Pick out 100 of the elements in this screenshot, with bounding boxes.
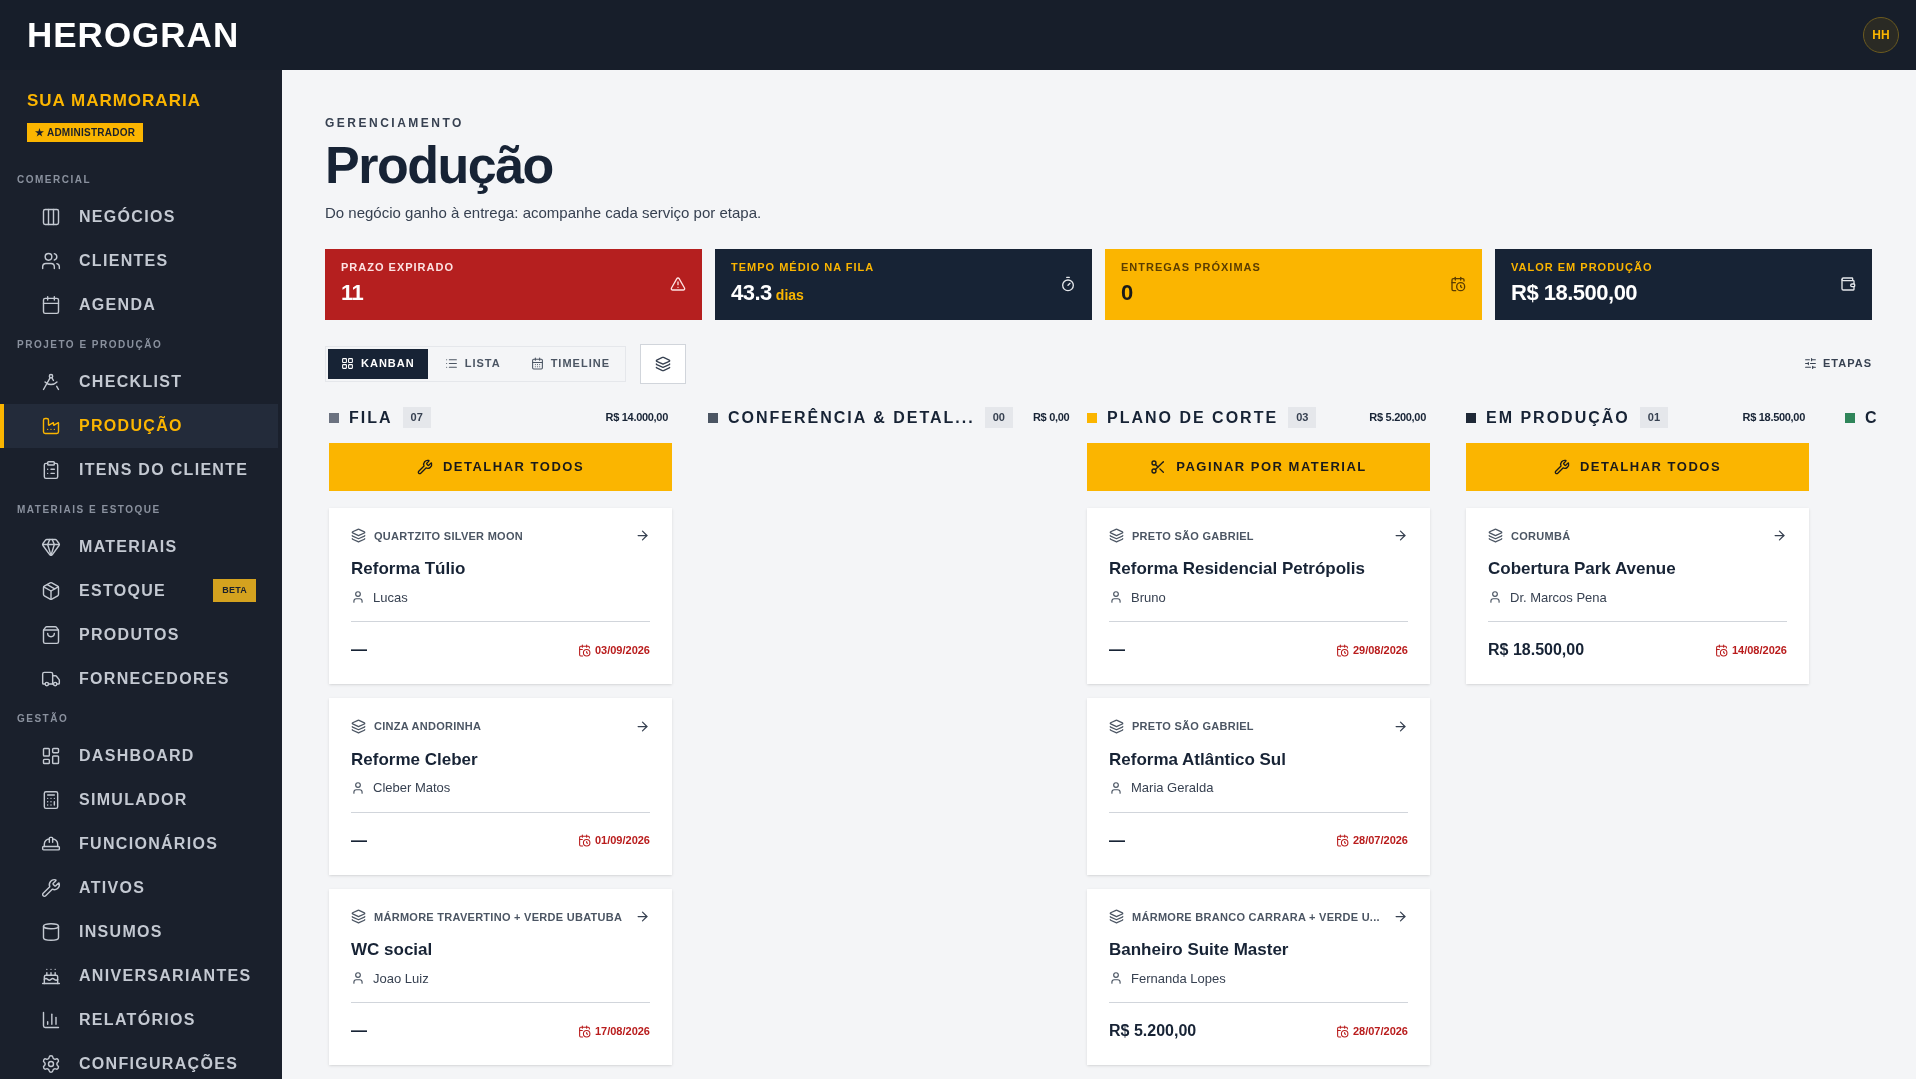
role-badge: ★ ADMINISTRADOR (27, 122, 144, 142)
nav-item[interactable]: ATIVOS (0, 865, 278, 910)
column-title: C (1865, 407, 1879, 428)
nav-label: CHECKLIST (79, 371, 184, 392)
due-date: 17/08/2026 (594, 1023, 650, 1039)
layers-icon (351, 718, 366, 734)
stat-label: PRAZO EXPIRADO (341, 260, 454, 276)
card-title: Reforma Túlio (351, 558, 467, 580)
wallet-icon (1840, 276, 1856, 292)
nav-item[interactable]: CLIENTES (0, 238, 278, 283)
client-name: Fernanda Lopes (1131, 969, 1226, 988)
column-action-button[interactable]: PAGINAR POR MATERIAL (1087, 442, 1430, 491)
nav-item[interactable]: FUNCIONÁRIOS (0, 821, 278, 866)
card-title: Banheiro Suite Master (1109, 939, 1290, 961)
app-logo: HEROGRAN (27, 13, 240, 56)
due-date: 29/08/2026 (1352, 642, 1408, 658)
timer-icon (1060, 276, 1076, 292)
card-title: Reforma Atlântico Sul (1109, 748, 1287, 771)
column-action-button[interactable]: DETALHAR TODOS (329, 442, 672, 491)
card-title: Reforme Cleber (351, 748, 479, 771)
nav-item[interactable]: SIMULADOR (0, 777, 278, 822)
card-value: R$ 18.500,00 (1488, 640, 1585, 660)
nav-item[interactable]: FORNECEDORES (0, 656, 278, 701)
material-label: CORUMBÁ (1511, 528, 1572, 544)
stat-value: 0 (1121, 278, 1133, 307)
nav-item[interactable]: NEGÓCIOS (0, 194, 278, 239)
due-date: 14/08/2026 (1731, 642, 1787, 658)
nav-item[interactable]: AGENDA (0, 282, 278, 327)
layers-icon (1109, 528, 1124, 544)
layers-icon (1109, 909, 1124, 925)
person-icon (351, 780, 365, 795)
nav-item[interactable]: PRODUTOS (0, 612, 278, 657)
nav-item[interactable]: ESTOQUE BETA (0, 568, 278, 613)
calendar-clock-icon (577, 643, 591, 657)
users-icon (41, 250, 61, 271)
arrow-icon[interactable] (1772, 528, 1787, 544)
view-tab[interactable]: LISTA (431, 348, 514, 379)
count-badge: 03 (1288, 407, 1317, 428)
stages-button[interactable]: ETAPAS (1804, 355, 1872, 372)
arrow-icon[interactable] (635, 718, 650, 734)
nav-item[interactable]: PRODUÇÃO (0, 403, 278, 448)
person-icon (1109, 780, 1123, 795)
due-date: 28/07/2026 (1352, 1023, 1408, 1039)
job-card[interactable]: MÁRMORE BRANCO CARRARA + VERDE U... Banheiro Suite Master Fernanda Lopes R$ 5.200,00 28/07/2026 (1087, 888, 1430, 1065)
nav-item[interactable]: CHECKLIST (0, 359, 278, 404)
wrench-icon (416, 458, 433, 475)
material-label: QUARTZITO SILVER MOON (374, 528, 524, 544)
job-card[interactable]: CINZA ANDORINHA Reforme Cleber Cleber Matos — 01/09/2026 (329, 698, 672, 875)
compass-icon (41, 371, 61, 392)
client-name: Lucas (373, 588, 408, 607)
cylinder-icon (41, 921, 61, 942)
arrow-icon[interactable] (1393, 528, 1408, 544)
calendar-icon (530, 357, 544, 370)
scissors-icon (1150, 458, 1167, 475)
nav-item[interactable]: RELATÓRIOS (0, 997, 278, 1042)
arrow-icon[interactable] (635, 528, 650, 544)
calendar-clock-icon (577, 834, 591, 847)
layers-button[interactable] (640, 343, 686, 384)
due-date: 01/09/2026 (594, 833, 650, 849)
card-title: Cobertura Park Avenue (1488, 558, 1677, 580)
card-value: — (351, 1021, 367, 1041)
column-total: R$ 18.500,00 (1742, 410, 1805, 426)
nav-label: ANIVERSARIANTES (79, 965, 253, 986)
job-card[interactable]: QUARTZITO SILVER MOON Reforma Túlio Lucas — 03/09/2026 (329, 507, 672, 684)
column-action-button[interactable]: DETALHAR TODOS (1466, 442, 1809, 491)
client-name: Cleber Matos (373, 779, 451, 797)
nav-item[interactable]: INSUMOS (0, 909, 278, 954)
nav-label: CLIENTES (79, 250, 170, 271)
sliders-icon (1804, 357, 1817, 370)
job-card[interactable]: PRETO SÃO GABRIEL Reforma Residencial Petrópolis Bruno — 29/08/2026 (1087, 507, 1430, 684)
card-value: — (351, 830, 367, 851)
nav-item[interactable]: ANIVERSARIANTES (0, 953, 278, 998)
view-tab[interactable]: KANBAN (328, 348, 428, 379)
card-value: — (1109, 830, 1125, 851)
job-card[interactable]: CORUMBÁ Cobertura Park Avenue Dr. Marcos Pena R$ 18.500,00 14/08/2026 (1466, 507, 1809, 684)
nav-label: CONFIGURAÇÕES (79, 1053, 240, 1074)
stat-unit: dias (775, 285, 804, 305)
job-card[interactable]: PRETO SÃO GABRIEL Reforma Atlântico Sul Maria Geralda — 28/07/2026 (1087, 698, 1430, 875)
person-icon (1488, 590, 1502, 605)
client-name: Bruno (1131, 588, 1166, 607)
arrow-icon[interactable] (1393, 718, 1408, 734)
user-avatar[interactable]: HH (1863, 17, 1899, 53)
nav-label: NEGÓCIOS (79, 206, 177, 227)
arrow-icon[interactable] (1393, 909, 1408, 925)
section-label: PROJETO E PRODUÇÃO (16, 337, 164, 352)
nav-item[interactable]: CONFIGURAÇÕES (0, 1041, 278, 1079)
arrow-icon[interactable] (635, 909, 650, 925)
count-badge: 01 (1639, 407, 1669, 428)
client-name: Joao Luiz (373, 969, 429, 988)
calendar-clock-icon (1714, 643, 1728, 657)
nav-label: RELATÓRIOS (79, 1009, 197, 1030)
job-card[interactable]: MÁRMORE TRAVERTINO + VERDE UBATUBA WC social Joao Luiz — 17/08/2026 (329, 888, 672, 1065)
layers-icon (1109, 718, 1124, 734)
nav-item[interactable]: MATERIAIS (0, 524, 278, 569)
nav-label: FUNCIONÁRIOS (79, 833, 220, 854)
page-eyebrow: GERENCIAMENTO (325, 115, 465, 132)
nav-item[interactable]: ITENS DO CLIENTE (0, 447, 278, 492)
nav-item[interactable]: DASHBOARD (0, 733, 278, 778)
calendar-clock-icon (1335, 834, 1349, 847)
view-tab[interactable]: TIMELINE (517, 348, 623, 379)
